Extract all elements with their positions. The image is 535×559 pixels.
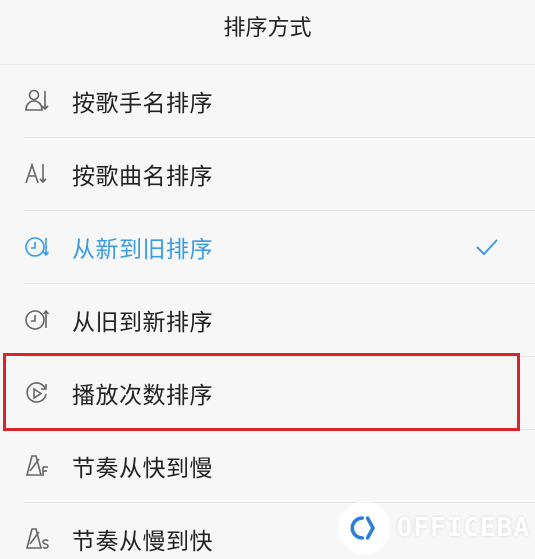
- play-count-icon: [24, 380, 50, 406]
- metronome-slow-icon: [24, 526, 50, 552]
- watermark-text: OFFICEBA: [396, 513, 530, 543]
- sort-option-new-to-old[interactable]: 从新到旧排序: [24, 211, 535, 284]
- sort-sheet: 排序方式 按歌手名排序 按歌曲名排序 从新到旧排序 从旧到新排序 播放次数排序 …: [0, 0, 535, 559]
- watermark: OFFICEBA: [340, 500, 530, 556]
- sort-option-play-count[interactable]: 播放次数排序: [24, 357, 535, 430]
- metronome-fast-icon: [24, 453, 50, 479]
- singer-sort-icon: [24, 88, 50, 114]
- az-sort-icon: [24, 161, 50, 187]
- option-label: 按歌手名排序: [72, 91, 213, 117]
- checkmark-icon: [475, 235, 499, 259]
- sort-option-by-singer[interactable]: 按歌手名排序: [24, 65, 535, 138]
- clock-sort-icon: [24, 234, 50, 260]
- option-label: 从新到旧排序: [72, 237, 213, 263]
- option-label: 从旧到新排序: [72, 310, 213, 336]
- option-label: 按歌曲名排序: [72, 164, 213, 190]
- option-label: 节奏从慢到快: [72, 529, 213, 555]
- sort-option-tempo-fast-to-slow[interactable]: 节奏从快到慢: [24, 430, 535, 503]
- option-label: 节奏从快到慢: [72, 456, 213, 482]
- sort-option-by-song[interactable]: 按歌曲名排序: [24, 138, 535, 211]
- sheet-title: 排序方式: [0, 0, 535, 65]
- sort-option-old-to-new[interactable]: 从旧到新排序: [24, 284, 535, 357]
- clock-sort-icon: [24, 307, 50, 333]
- watermark-logo-icon: [340, 503, 389, 553]
- option-label: 播放次数排序: [72, 383, 213, 409]
